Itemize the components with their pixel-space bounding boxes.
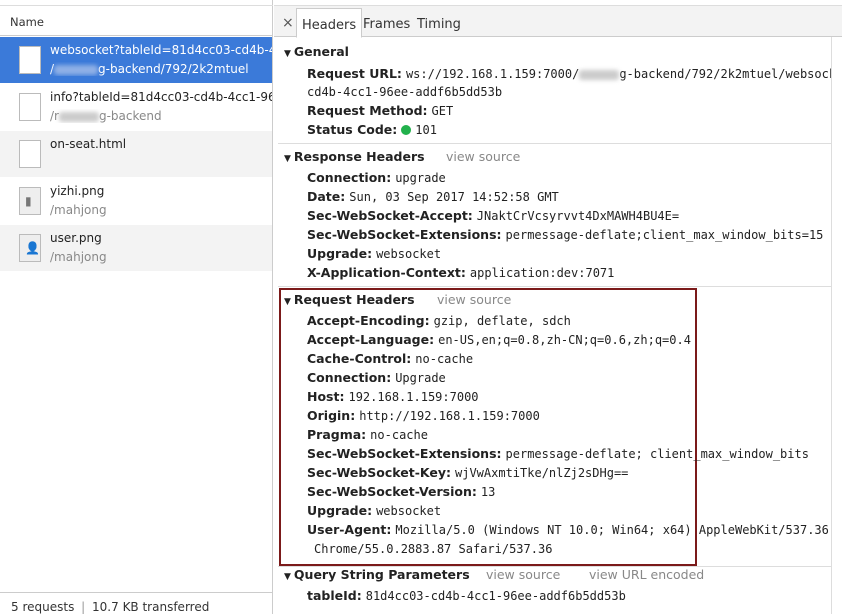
collapse-triangle-icon: ▼: [284, 154, 291, 164]
response-view-source-link[interactable]: view source: [446, 149, 520, 164]
query-string-section-header[interactable]: ▼ Query String Parameters: [284, 567, 470, 582]
request-header-row: Sec-WebSocket-Extensions: permessage-defl…: [307, 446, 809, 461]
footer-separator: |: [81, 600, 86, 614]
request-header-row: Pragma: no-cache: [307, 427, 428, 442]
request-name: websocket?tableId=81d4cc03-cd4b-4...: [50, 43, 272, 57]
query-view-source-link[interactable]: view source: [486, 567, 560, 582]
collapse-triangle-icon: ▼: [284, 297, 291, 307]
request-path: /mahjong: [50, 203, 107, 217]
general-section-header[interactable]: ▼ General: [284, 44, 349, 59]
query-view-url-encoded-link[interactable]: view URL encoded: [589, 567, 704, 582]
request-row-user[interactable]: 👤 user.png /mahjong: [0, 225, 272, 271]
request-row-info[interactable]: info?tableId=81d4cc03-cd4b-4cc1-96... /r…: [0, 84, 272, 130]
status-code-row: Status Code: 101: [307, 122, 437, 137]
details-tab-bar: × Headers Frames Timing: [274, 0, 842, 38]
request-headers-section-header[interactable]: ▼ Request Headers: [284, 292, 415, 307]
request-row-on-seat[interactable]: on-seat.html: [0, 131, 272, 177]
close-icon[interactable]: ×: [282, 15, 294, 31]
request-header-row: Sec-WebSocket-Version: 13: [307, 484, 496, 499]
request-header-row: Cache-Control: no-cache: [307, 351, 474, 366]
transferred-size: 10.7 KB transferred: [92, 600, 210, 614]
tab-timing[interactable]: Timing: [417, 17, 461, 32]
request-count: 5 requests: [11, 600, 75, 614]
request-url-continued: cd4b-4cc1-96ee-addf6b5dd53b: [307, 85, 503, 99]
request-header-row: Accept-Encoding: gzip, deflate, sdch: [307, 313, 571, 328]
image-icon: ▮: [19, 187, 41, 215]
user-image-icon: 👤: [19, 234, 41, 262]
request-name: user.png: [50, 231, 102, 245]
request-path: /r g-backend: [50, 109, 162, 123]
response-header-row: Sec-WebSocket-Extensions: permessage-defl…: [307, 227, 824, 242]
request-row-websocket[interactable]: websocket?tableId=81d4cc03-cd4b-4... / g-…: [0, 37, 272, 83]
response-header-row: Connection: upgrade: [307, 170, 446, 185]
request-header-row: Host: 192.168.1.159:7000: [307, 389, 479, 404]
request-header-row: User-Agent: Mozilla/5.0 (Windows NT 10.0;…: [307, 522, 829, 537]
file-icon: [19, 46, 41, 74]
request-header-row: Sec-WebSocket-Key: wjVwAxmtiTke/nlZj2sDHg…: [307, 465, 629, 480]
request-view-source-link[interactable]: view source: [437, 292, 511, 307]
request-name: on-seat.html: [50, 137, 127, 151]
status-success-icon: [401, 125, 412, 135]
response-header-row: X-Application-Context: application:dev:70…: [307, 265, 615, 280]
request-method-row: Request Method: GET: [307, 103, 454, 118]
request-list-panel: Name websocket?tableId=81d4cc03-cd4b-4..…: [0, 0, 273, 614]
request-row-yizhi[interactable]: ▮ yizhi.png /mahjong: [0, 178, 272, 224]
tab-frames[interactable]: Frames: [363, 17, 410, 32]
response-headers-section-header[interactable]: ▼ Response Headers: [284, 149, 425, 164]
response-header-row: Upgrade: websocket: [307, 246, 442, 261]
name-column-header[interactable]: Name: [0, 6, 273, 36]
request-header-row: Upgrade: websocket: [307, 503, 442, 518]
details-scrollbar[interactable]: [831, 37, 842, 614]
tab-headers[interactable]: Headers: [296, 8, 363, 38]
response-header-row: Sec-WebSocket-Accept: JNaktCrVcsyrvvt4DxM…: [307, 208, 680, 223]
status-footer: 5 requests | 10.7 KB transferred: [0, 592, 272, 614]
collapse-triangle-icon: ▼: [284, 49, 291, 59]
response-header-row: Date: Sun, 03 Sep 2017 14:52:58 GMT: [307, 189, 559, 204]
request-path: /mahjong: [50, 250, 107, 264]
request-name: info?tableId=81d4cc03-cd4b-4cc1-96...: [50, 90, 272, 104]
collapse-triangle-icon: ▼: [284, 572, 291, 582]
file-icon: [19, 93, 41, 121]
request-url-row: Request URL: ws://192.168.1.159:7000/g-ba…: [307, 66, 837, 81]
request-path: / g-backend/792/2k2mtuel: [50, 62, 249, 76]
request-details-panel: × Headers Frames Timing ▼ General Request…: [274, 0, 842, 614]
file-icon: [19, 140, 41, 168]
request-header-row: Connection: Upgrade: [307, 370, 446, 385]
request-header-row: Origin: http://192.168.1.159:7000: [307, 408, 540, 423]
query-param-row: tableId: 81d4cc03-cd4b-4cc1-96ee-addf6b5d…: [307, 588, 626, 603]
request-header-row: Accept-Language: en-US,en;q=0.8,zh-CN;q=0…: [307, 332, 691, 347]
user-agent-continued: Chrome/55.0.2883.87 Safari/537.36: [314, 542, 553, 556]
request-name: yizhi.png: [50, 184, 105, 198]
